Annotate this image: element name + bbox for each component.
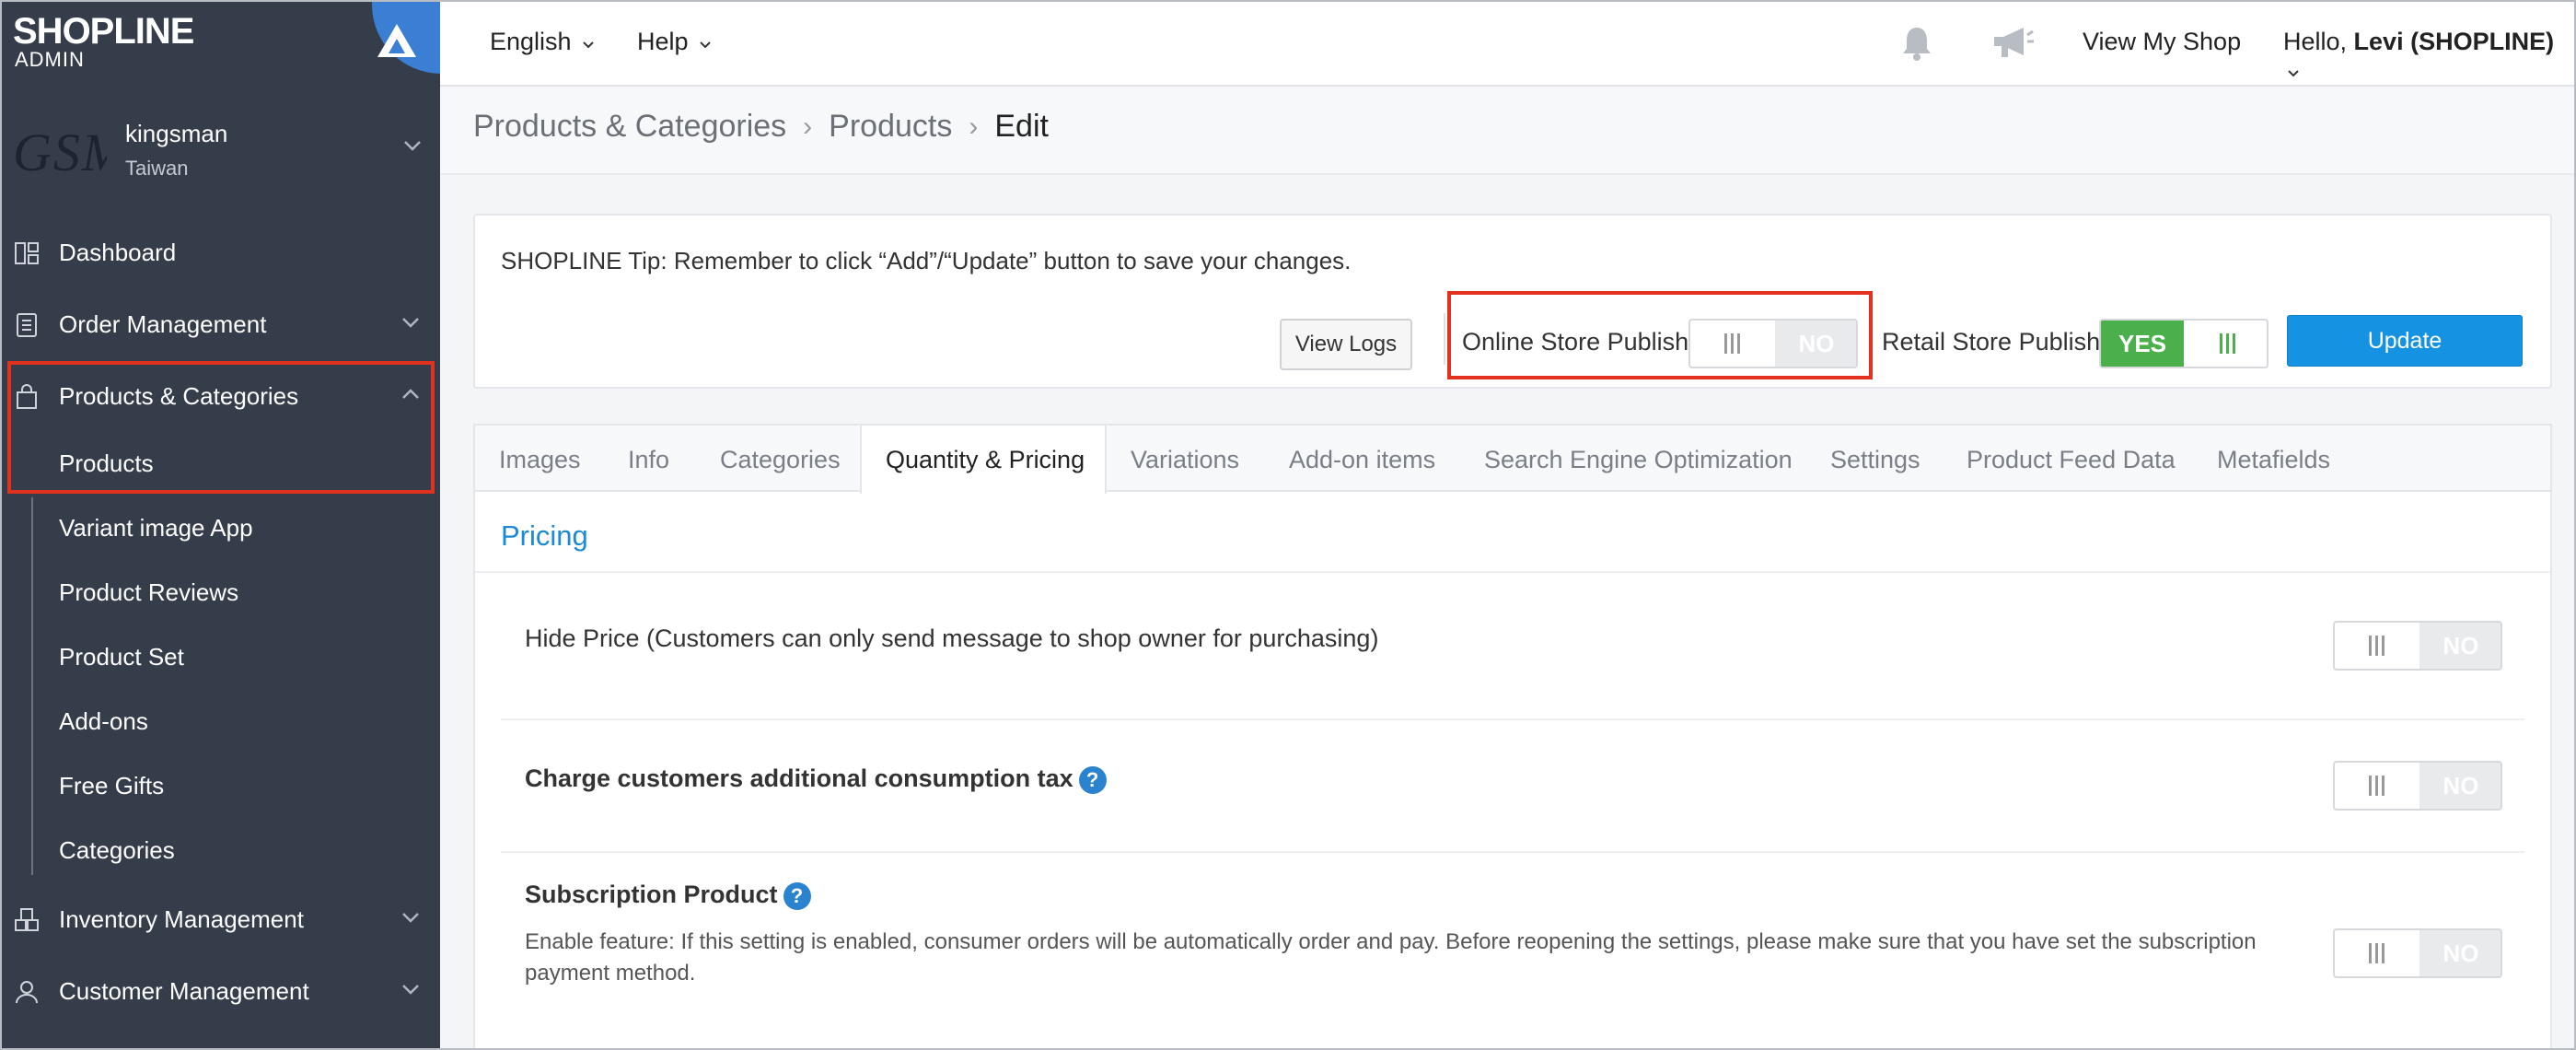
tab-seo[interactable]: Search Engine Optimization — [1484, 446, 1793, 474]
sidebar-item-label: Customer Management — [59, 976, 309, 1005]
tip-text: SHOPLINE Tip: Remember to click “Add”/“U… — [501, 247, 1352, 274]
chevron-down-icon[interactable] — [403, 140, 422, 151]
chevron-down-icon — [402, 318, 419, 328]
breadcrumb-products-categories[interactable]: Products & Categories — [473, 109, 786, 145]
store-switcher[interactable]: GSM kingsman Taiwan — [0, 101, 440, 203]
tab-metafields[interactable]: Metafields — [2217, 446, 2330, 474]
sidebar-sub-product-set[interactable]: Product Set — [59, 643, 184, 671]
help-icon[interactable]: ? — [1078, 765, 1107, 794]
tab-add-on-items[interactable]: Add-on items — [1289, 446, 1435, 474]
inventory-icon — [15, 908, 39, 931]
retail-store-publish-toggle[interactable]: YES — [2099, 319, 2269, 368]
help-icon[interactable]: ? — [783, 881, 811, 910]
bell-icon[interactable] — [1898, 24, 1935, 63]
chevron-right-icon: › — [969, 111, 979, 142]
consumption-tax-row: Charge customers additional consumption … — [525, 764, 1107, 794]
toggle-handle — [2335, 763, 2418, 809]
user-name: Levi (SHOPLINE) — [2353, 28, 2555, 55]
highlight-box — [7, 361, 435, 494]
tab-bar: Images Info Categories Quantity & Pricin… — [475, 424, 2550, 494]
tab-quantity-pricing[interactable]: Quantity & Pricing — [886, 446, 1085, 474]
tab-categories[interactable]: Categories — [720, 446, 841, 474]
toggle-handle — [2186, 321, 2267, 367]
language-dropdown[interactable]: English — [490, 28, 595, 56]
sidebar-sub-add-ons[interactable]: Add-ons — [59, 707, 148, 736]
order-icon — [17, 313, 37, 337]
brand-sub: ADMIN — [15, 48, 85, 71]
subscription-row: Subscription Product? — [525, 881, 811, 910]
toggle-state: NO — [2419, 763, 2501, 809]
chevron-down-icon — [402, 985, 419, 995]
store-name: kingsman — [125, 120, 228, 147]
tab-images[interactable]: Images — [499, 446, 581, 474]
breadcrumb-products[interactable]: Products — [829, 109, 952, 145]
consumption-tax-label: Charge customers additional consumption … — [525, 764, 1073, 792]
toggle-state: NO — [2419, 623, 2501, 669]
customer-icon — [16, 981, 38, 1004]
chevron-down-icon — [583, 41, 594, 49]
subscription-label: Subscription Product — [525, 881, 778, 908]
pricing-title: Pricing — [501, 519, 588, 552]
breadcrumb: Products & Categories › Products › Edit — [473, 109, 1049, 145]
hide-price-toggle[interactable]: NO — [2333, 621, 2502, 671]
sidebar-sub-variant-image-app[interactable]: Variant image App — [59, 514, 253, 542]
brand-logo[interactable]: SHOPLINE — [13, 13, 194, 50]
tab-info[interactable]: Info — [628, 446, 669, 474]
sidebar-item-label: Inventory Management — [59, 904, 304, 933]
update-button[interactable]: Update — [2287, 315, 2523, 367]
divider — [501, 851, 2524, 853]
view-logs-button[interactable]: View Logs — [1280, 319, 1412, 370]
chevron-right-icon: › — [803, 111, 813, 142]
shopline-mark-icon — [377, 24, 416, 57]
view-my-shop-link[interactable]: View My Shop — [2083, 28, 2241, 56]
toggle-state: YES — [2101, 321, 2184, 367]
hello-prefix: Hello, — [2283, 28, 2348, 55]
store-country: Taiwan — [125, 157, 189, 180]
chevron-down-icon — [700, 41, 711, 49]
sidebar-item-orders[interactable]: Order Management — [0, 297, 440, 352]
tab-variations[interactable]: Variations — [1131, 446, 1239, 474]
chevron-down-icon — [2288, 70, 2299, 77]
brand-area: SHOPLINE ADMIN — [0, 0, 440, 88]
megaphone-icon[interactable] — [1990, 24, 2035, 63]
chevron-down-icon — [402, 913, 419, 923]
toggle-handle — [2335, 623, 2418, 669]
help-dropdown[interactable]: Help — [637, 28, 712, 56]
sidebar-item-label: Order Management — [59, 309, 267, 338]
sidebar-item-dashboard[interactable]: Dashboard — [0, 225, 440, 280]
sidebar-item-inventory[interactable]: Inventory Management — [0, 892, 440, 947]
tab-settings[interactable]: Settings — [1830, 446, 1920, 474]
divider — [501, 718, 2524, 720]
subscription-description: Enable feature: If this setting is enabl… — [525, 929, 2257, 986]
sidebar: SHOPLINE ADMIN GSM kingsman Taiwan Dashb… — [0, 0, 440, 1050]
divider — [1444, 313, 1445, 365]
toggle-state: NO — [2419, 930, 2501, 976]
sidebar-sub-free-gifts[interactable]: Free Gifts — [59, 772, 164, 800]
dashboard-icon — [15, 242, 39, 264]
topbar: English Help View My Shop Hello, Levi (S… — [440, 0, 2576, 87]
submenu-line — [31, 497, 33, 875]
sidebar-sub-categories[interactable]: Categories — [59, 836, 175, 865]
hide-price-label: Hide Price (Customers can only send mess… — [525, 624, 1379, 652]
tab-product-feed-data[interactable]: Product Feed Data — [1967, 446, 2176, 474]
breadcrumb-current: Edit — [994, 109, 1049, 144]
user-menu[interactable]: Hello, Levi (SHOPLINE) — [2283, 28, 2576, 85]
consumption-tax-toggle[interactable]: NO — [2333, 761, 2502, 811]
sidebar-item-label: Dashboard — [59, 238, 177, 266]
retail-store-publish-label: Retail Store Publish — [1882, 328, 2101, 356]
toggle-handle — [2335, 930, 2418, 976]
sidebar-sub-product-reviews[interactable]: Product Reviews — [59, 578, 238, 607]
divider — [475, 571, 2550, 573]
store-logo: GSM — [13, 122, 107, 182]
highlight-box — [1447, 291, 1873, 379]
sidebar-item-customers[interactable]: Customer Management — [0, 963, 440, 1019]
subscription-toggle[interactable]: NO — [2333, 928, 2502, 978]
product-edit-panel: Images Info Categories Quantity & Pricin… — [473, 424, 2552, 1050]
help-label: Help — [637, 28, 689, 55]
language-label: English — [490, 28, 572, 55]
